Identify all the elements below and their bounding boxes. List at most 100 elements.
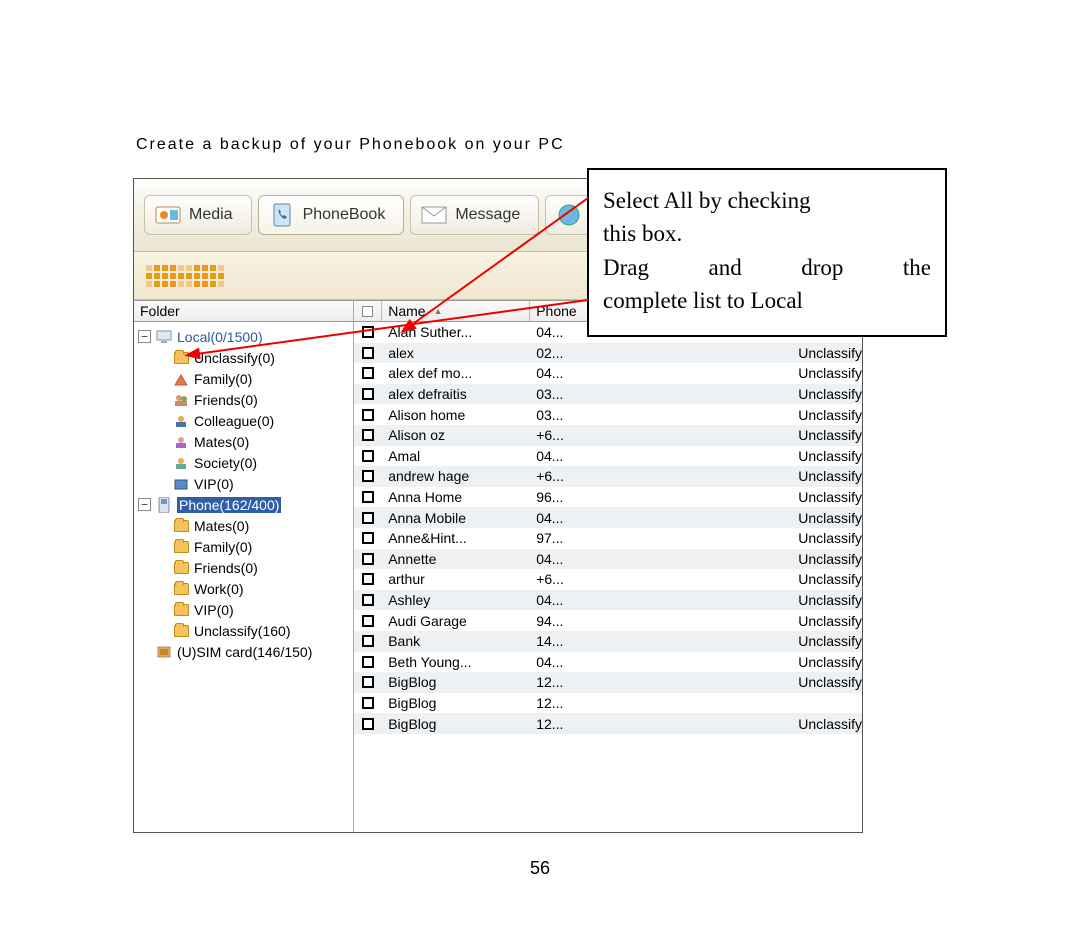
tab-media[interactable]: Media bbox=[144, 195, 252, 235]
expander-minus-icon[interactable]: − bbox=[138, 330, 151, 343]
friends-icon bbox=[172, 392, 190, 408]
table-row[interactable]: Audi Garage94... Unclassify bbox=[354, 610, 862, 631]
cell-type: Unclassify bbox=[792, 530, 862, 546]
tree-node-sim[interactable]: (U)SIM card(146/150) bbox=[138, 641, 353, 662]
tree-node-colleague[interactable]: Colleague(0) bbox=[138, 410, 353, 431]
table-row[interactable]: Anne&Hint...97...Unclassify bbox=[354, 528, 862, 549]
row-checkbox[interactable] bbox=[354, 676, 382, 688]
phone-device-icon bbox=[155, 497, 173, 513]
tab-media-label: Media bbox=[189, 206, 233, 224]
row-checkbox[interactable] bbox=[354, 409, 382, 421]
tree-node-unclassify[interactable]: Unclassify(160) bbox=[138, 620, 353, 641]
cell-name: Alison home bbox=[382, 407, 530, 423]
cell-name: Bank bbox=[382, 633, 530, 649]
row-checkbox[interactable] bbox=[354, 512, 382, 524]
tab-message-label: Message bbox=[455, 206, 520, 224]
cell-type: Unclassify bbox=[792, 551, 862, 567]
tree-label: Colleague(0) bbox=[194, 413, 274, 429]
table-row[interactable]: alex02...Unclassify bbox=[354, 343, 862, 364]
tree-node-family[interactable]: Family(0) bbox=[138, 536, 353, 557]
tree-label: Unclassify(0) bbox=[194, 350, 275, 366]
table-row[interactable]: arthur+6...Unclassify bbox=[354, 569, 862, 590]
table-row[interactable]: Alison home03...Unclassify bbox=[354, 404, 862, 425]
table-row[interactable]: Bank14...Unclassify bbox=[354, 631, 862, 652]
annotation-callout: Select All by checking this box. Drag an… bbox=[587, 168, 947, 337]
sort-asc-icon: ▲ bbox=[434, 306, 443, 316]
cell-type: Unclassify bbox=[792, 571, 862, 587]
tree-label: VIP(0) bbox=[194, 476, 234, 492]
row-checkbox[interactable] bbox=[354, 470, 382, 482]
tree-node-family[interactable]: Family(0) bbox=[138, 368, 353, 389]
row-checkbox[interactable] bbox=[354, 347, 382, 359]
cell-name: alex bbox=[382, 345, 530, 361]
folder-header[interactable]: Folder bbox=[134, 300, 354, 322]
tab-phonebook[interactable]: PhoneBook bbox=[258, 195, 405, 235]
table-row[interactable]: alex defraitis03...Unclassify bbox=[354, 384, 862, 405]
tree-label: Mates(0) bbox=[194, 434, 249, 450]
cell-name: BigBlog bbox=[382, 674, 530, 690]
cell-type: Unclassify bbox=[792, 345, 862, 361]
table-row[interactable]: Annette04...Unclassify bbox=[354, 549, 862, 570]
select-all-checkbox[interactable] bbox=[354, 301, 382, 321]
table-row[interactable]: alex def mo...04...Unclassify bbox=[354, 363, 862, 384]
tree-node-unclassify[interactable]: Unclassify(0) bbox=[138, 347, 353, 368]
table-row[interactable]: Beth Young...04...Unclassify bbox=[354, 652, 862, 673]
table-row[interactable]: BigBlog12... bbox=[354, 693, 862, 714]
cell-name: Anna Home bbox=[382, 489, 530, 505]
row-checkbox[interactable] bbox=[354, 491, 382, 503]
table-row[interactable]: Anna Home96...Unclassify bbox=[354, 487, 862, 508]
row-checkbox[interactable] bbox=[354, 388, 382, 400]
cell-phone: 04... bbox=[530, 510, 640, 526]
table-row[interactable]: Anna Mobile04... Unclassify bbox=[354, 507, 862, 528]
cell-name: Anna Mobile bbox=[382, 510, 530, 526]
phonebook-icon bbox=[269, 202, 295, 228]
table-row[interactable]: Alison oz+6...Unclassify bbox=[354, 425, 862, 446]
cell-type: Unclassify bbox=[792, 407, 862, 423]
cell-phone: 94... bbox=[530, 613, 640, 629]
row-checkbox[interactable] bbox=[354, 615, 382, 627]
table-row[interactable]: andrew hage+6...Unclassify bbox=[354, 466, 862, 487]
tree-node-society[interactable]: Society(0) bbox=[138, 452, 353, 473]
row-checkbox[interactable] bbox=[354, 553, 382, 565]
row-checkbox[interactable] bbox=[354, 429, 382, 441]
row-checkbox[interactable] bbox=[354, 532, 382, 544]
cell-type: Unclassify bbox=[792, 365, 862, 381]
column-header-name[interactable]: Name▲ bbox=[382, 301, 530, 321]
tree-node-local[interactable]: − Local(0/1500) bbox=[138, 326, 353, 347]
cell-name: Annette bbox=[382, 551, 530, 567]
cell-name: Alison oz bbox=[382, 427, 530, 443]
row-checkbox[interactable] bbox=[354, 326, 382, 338]
cell-name: Anne&Hint... bbox=[382, 530, 530, 546]
row-checkbox[interactable] bbox=[354, 718, 382, 730]
table-row[interactable]: BigBlog12...Unclassify bbox=[354, 713, 862, 734]
cell-name: andrew hage bbox=[382, 468, 530, 484]
tree-node-phone[interactable]: − Phone(162/400) bbox=[138, 494, 353, 515]
tree-label: Family(0) bbox=[194, 539, 252, 555]
cell-type: Unclassify bbox=[792, 592, 862, 608]
cell-type: Unclassify bbox=[792, 510, 862, 526]
tree-node-vip[interactable]: VIP(0) bbox=[138, 473, 353, 494]
row-checkbox[interactable] bbox=[354, 573, 382, 585]
cell-name: Audi Garage bbox=[382, 613, 530, 629]
tree-node-vip[interactable]: VIP(0) bbox=[138, 599, 353, 620]
cell-type: Unclassify bbox=[792, 674, 862, 690]
row-checkbox[interactable] bbox=[354, 656, 382, 668]
row-checkbox[interactable] bbox=[354, 594, 382, 606]
expander-minus-icon[interactable]: − bbox=[138, 498, 151, 511]
row-checkbox[interactable] bbox=[354, 367, 382, 379]
tree-node-mates[interactable]: Mates(0) bbox=[138, 515, 353, 536]
tree-node-friends[interactable]: Friends(0) bbox=[138, 389, 353, 410]
tree-label: Society(0) bbox=[194, 455, 257, 471]
cell-type: Unclassify bbox=[792, 613, 862, 629]
row-checkbox[interactable] bbox=[354, 697, 382, 709]
tree-node-work[interactable]: Work(0) bbox=[138, 578, 353, 599]
tab-message[interactable]: Message bbox=[410, 195, 539, 235]
row-checkbox[interactable] bbox=[354, 635, 382, 647]
table-row[interactable]: BigBlog12...Unclassify bbox=[354, 672, 862, 693]
table-row[interactable]: Amal04...Unclassify bbox=[354, 446, 862, 467]
table-row[interactable]: Ashley04...Unclassify bbox=[354, 590, 862, 611]
cell-name: BigBlog bbox=[382, 695, 530, 711]
row-checkbox[interactable] bbox=[354, 450, 382, 462]
tree-node-friends[interactable]: Friends(0) bbox=[138, 557, 353, 578]
tree-node-mates[interactable]: Mates(0) bbox=[138, 431, 353, 452]
